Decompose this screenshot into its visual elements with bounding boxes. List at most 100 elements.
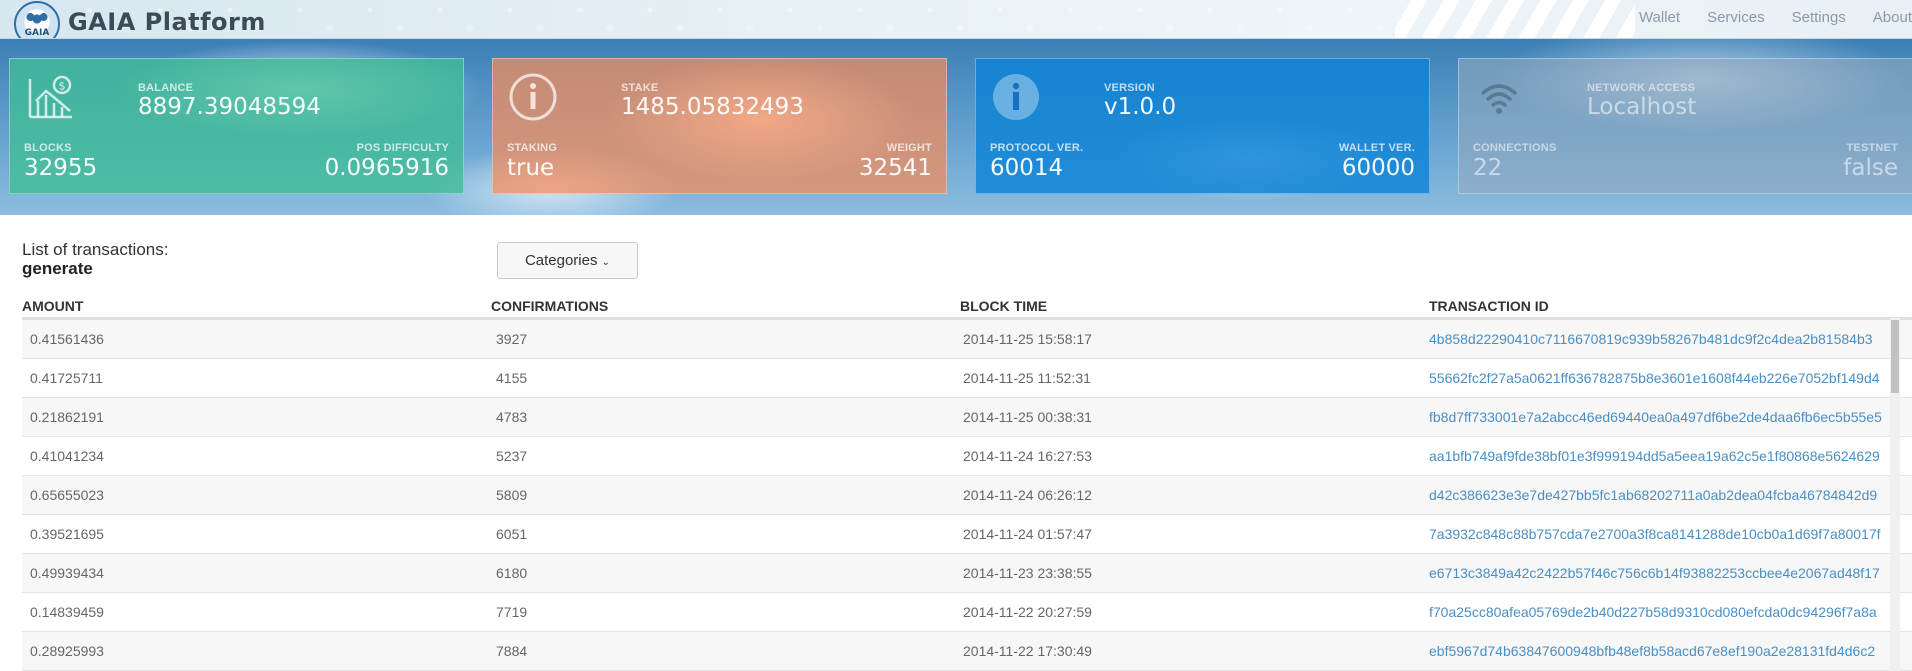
confirmations-cell: 5809 — [496, 487, 528, 503]
col-amount[interactable]: AMOUNT — [22, 298, 83, 314]
protocol-ver-value: 60014 — [990, 155, 1064, 181]
amount-cell: 0.49939434 — [30, 565, 104, 581]
tree-icon — [26, 9, 48, 29]
svg-text:$: $ — [59, 80, 66, 93]
nav-services[interactable]: Services — [1707, 9, 1765, 26]
blocks-value: 32955 — [24, 155, 98, 181]
connections-label: CONNECTIONS — [1473, 142, 1557, 154]
transactions-table: AMOUNT CONFIRMATIONS BLOCK TIME TRANSACT… — [22, 296, 1912, 671]
scrollbar-thumb[interactable] — [1891, 320, 1899, 393]
main-nav: Wallet Services Settings About — [1612, 9, 1912, 26]
list-title: List of transactions: — [22, 240, 169, 259]
confirmations-cell: 6051 — [496, 526, 528, 542]
table-row[interactable]: 0.41041234 5237 2014-11-24 16:27:53 aa1b… — [22, 437, 1912, 476]
table-row[interactable]: 0.49939434 6180 2014-11-23 23:38:55 e671… — [22, 554, 1912, 593]
confirmations-cell: 4783 — [496, 409, 528, 425]
categories-label: Categories — [524, 252, 598, 269]
logo-text: GAIA — [24, 28, 50, 38]
weight-label: WEIGHT — [886, 142, 932, 154]
amount-cell: 0.65655023 — [30, 487, 104, 503]
block-time-cell: 2014-11-24 16:27:53 — [963, 448, 1092, 464]
nav-settings[interactable]: Settings — [1792, 9, 1846, 26]
block-time-cell: 2014-11-25 00:38:31 — [963, 409, 1092, 425]
info-icon — [993, 74, 1039, 120]
block-time-cell: 2014-11-22 17:30:49 — [963, 643, 1092, 659]
block-time-cell: 2014-11-25 15:58:17 — [963, 331, 1092, 347]
staking-label: STAKING — [507, 142, 558, 154]
categories-dropdown-button[interactable]: Categories ⌄ — [497, 242, 638, 279]
connections-value: 22 — [1473, 155, 1503, 181]
table-row[interactable]: 0.28925993 7884 2014-11-22 17:30:49 ebf5… — [22, 632, 1912, 671]
header-stripes — [1395, 0, 1635, 38]
amount-cell: 0.41041234 — [30, 448, 104, 464]
table-scrollbar[interactable] — [1890, 318, 1900, 671]
table-row[interactable]: 0.65655023 5809 2014-11-24 06:26:12 d42c… — [22, 476, 1912, 515]
transaction-id-link[interactable]: ebf5967d74b63847600948bfb48ef8b58acd67e8… — [1429, 643, 1905, 659]
testnet-label: TESTNET — [1846, 142, 1898, 154]
confirmations-cell: 6180 — [496, 565, 528, 581]
col-transaction-id[interactable]: TRANSACTION ID — [1429, 298, 1549, 314]
col-confirmations[interactable]: CONFIRMATIONS — [491, 298, 608, 314]
transaction-id-link[interactable]: f70a25cc80afea05769de2b40d227b58d9310cd0… — [1429, 604, 1905, 620]
table-row[interactable]: 0.39521695 6051 2014-11-24 01:57:47 7a39… — [22, 515, 1912, 554]
block-time-cell: 2014-11-25 11:52:31 — [963, 370, 1091, 386]
confirmations-cell: 3927 — [496, 331, 528, 347]
confirmations-cell: 5237 — [496, 448, 528, 464]
balance-label: BALANCE — [138, 82, 194, 94]
network-access-value: Localhost — [1587, 94, 1697, 120]
block-time-cell: 2014-11-23 23:38:55 — [963, 565, 1092, 581]
blocks-label: BLOCKS — [24, 142, 72, 154]
amount-cell: 0.41561436 — [30, 331, 104, 347]
balance-card: $ BALANCE 8897.39048594 BLOCKS 32955 POS… — [9, 58, 464, 194]
wallet-ver-label: WALLET VER. — [1338, 142, 1415, 154]
top-bar: GAIA GAIA Platform Wallet Services Setti… — [0, 0, 1912, 39]
transaction-id-link[interactable]: aa1bfb749af9fde38bf01e3f999194dd5a5eea19… — [1429, 448, 1905, 464]
transaction-id-link[interactable]: e6713c3849a42c2422b57f46c756c6b14f938822… — [1429, 565, 1905, 581]
pos-difficulty-label: POS DIFFICULTY — [356, 142, 449, 154]
chart-dollar-icon: $ — [28, 75, 72, 119]
gaia-logo[interactable]: GAIA — [14, 1, 60, 38]
transaction-id-link[interactable]: 7a3932c848c88b757cda7e2700a3f8ca8141288d… — [1429, 526, 1905, 542]
brand-title[interactable]: GAIA Platform — [68, 8, 266, 36]
table-row[interactable]: 0.41561436 3927 2014-11-25 15:58:17 4b85… — [22, 320, 1912, 359]
version-label: VERSION — [1104, 82, 1155, 94]
table-row[interactable]: 0.21862191 4783 2014-11-25 00:38:31 fb8d… — [22, 398, 1912, 437]
block-time-cell: 2014-11-22 20:27:59 — [963, 604, 1092, 620]
weight-value: 32541 — [858, 155, 932, 181]
table-header: AMOUNT CONFIRMATIONS BLOCK TIME TRANSACT… — [22, 296, 1912, 320]
stats-banner: $ BALANCE 8897.39048594 BLOCKS 32955 POS… — [0, 39, 1912, 215]
stake-card: STAKE 1485.05832493 STAKING true WEIGHT … — [492, 58, 947, 194]
nav-wallet[interactable]: Wallet — [1639, 9, 1680, 26]
version-card: VERSION v1.0.0 PROTOCOL VER. 60014 WALLE… — [975, 58, 1430, 194]
table-row[interactable]: 0.14839459 7719 2014-11-22 20:27:59 f70a… — [22, 593, 1912, 632]
stake-label: STAKE — [621, 82, 659, 94]
list-filter: generate — [22, 259, 93, 278]
balance-value: 8897.39048594 — [138, 94, 321, 120]
amount-cell: 0.14839459 — [30, 604, 104, 620]
col-block-time[interactable]: BLOCK TIME — [960, 298, 1047, 314]
block-time-cell: 2014-11-24 06:26:12 — [963, 487, 1092, 503]
chevron-down-icon: ⌄ — [601, 257, 611, 268]
nav-about[interactable]: About — [1873, 9, 1912, 26]
staking-value: true — [507, 155, 555, 181]
confirmations-cell: 4155 — [496, 370, 528, 386]
table-row[interactable]: 0.41725711 4155 2014-11-25 11:52:31 5566… — [22, 359, 1912, 398]
amount-cell: 0.39521695 — [30, 526, 104, 542]
stake-value: 1485.05832493 — [621, 94, 804, 120]
wallet-ver-value: 60000 — [1341, 155, 1415, 181]
network-card: NETWORK ACCESS Localhost CONNECTIONS 22 … — [1458, 58, 1912, 194]
confirmations-cell: 7884 — [496, 643, 528, 659]
testnet-value: false — [1843, 155, 1898, 181]
transaction-id-link[interactable]: fb8d7ff733001e7a2abcc46ed69440ea0a497df6… — [1429, 409, 1905, 425]
version-value: v1.0.0 — [1104, 94, 1177, 120]
info-icon — [509, 73, 557, 121]
block-time-cell: 2014-11-24 01:57:47 — [963, 526, 1092, 542]
amount-cell: 0.28925993 — [30, 643, 104, 659]
transaction-id-link[interactable]: d42c386623e3e7de427bb5fc1ab68202711a0ab2… — [1429, 487, 1905, 503]
transaction-id-link[interactable]: 4b858d22290410c7116670819c939b58267b481d… — [1429, 331, 1905, 347]
wifi-icon — [1481, 84, 1517, 114]
confirmations-cell: 7719 — [496, 604, 528, 620]
transaction-id-link[interactable]: 55662fc2f27a5a0621ff636782875b8e3601e160… — [1429, 370, 1905, 386]
amount-cell: 0.21862191 — [30, 409, 104, 425]
amount-cell: 0.41725711 — [30, 370, 103, 386]
